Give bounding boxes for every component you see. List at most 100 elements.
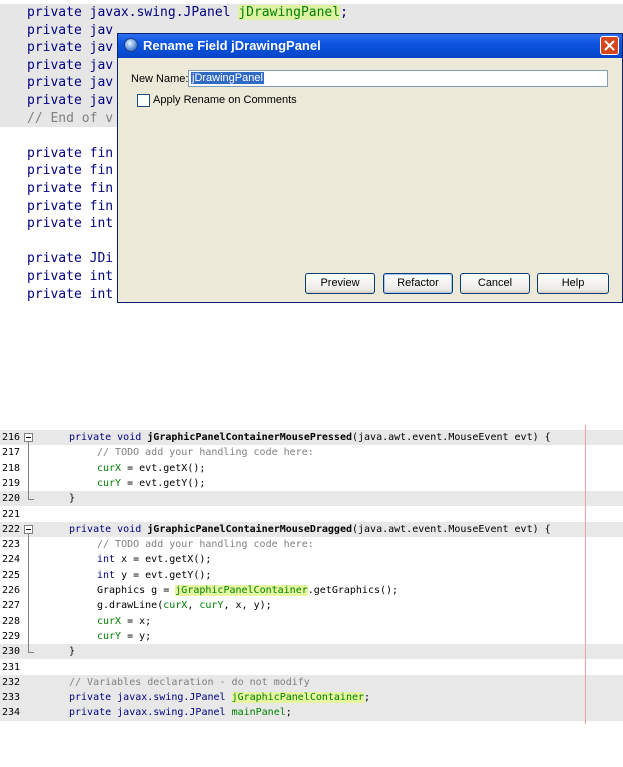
line-number: 231 — [2, 661, 21, 673]
code-text: private int — [27, 216, 114, 232]
rename-field-dialog: Rename Field jDrawingPanel New Name: jDr… — [117, 33, 623, 303]
line-number: 227 — [2, 600, 21, 612]
line-number: 217 — [2, 447, 21, 459]
code-text: private fin — [27, 145, 114, 161]
highlighted-field-ref: jGraphicPanelContainer — [175, 585, 308, 596]
code-line: 233 private javax.swing.JPanel jGraphicP… — [0, 690, 623, 706]
line-number: 224 — [2, 554, 21, 566]
code-line: 220 } — [0, 491, 623, 507]
code-line: 221 — [0, 507, 623, 522]
code-comment: // Variables declaration - do not modify — [69, 676, 310, 688]
code-text: // End of v — [27, 110, 114, 126]
fold-collapse-icon[interactable] — [24, 524, 33, 534]
code-keyword: private void — [69, 432, 148, 443]
code-keyword: int — [97, 569, 116, 581]
code-line: 227 g.drawLine(curX, curY, x, y); — [0, 598, 623, 613]
line-number: 225 — [2, 569, 21, 581]
code-text: y = evt.getY(); — [115, 569, 212, 581]
method-name: jGraphicPanelContainerMousePressed — [147, 432, 352, 443]
code-text: } — [69, 646, 76, 658]
code-text: private jav — [27, 93, 114, 108]
code-text: private fin — [27, 181, 114, 196]
close-button[interactable] — [600, 36, 619, 55]
help-button[interactable]: Help — [537, 273, 609, 294]
code-line: 228 curX = x; — [0, 614, 623, 629]
line-number: 218 — [2, 462, 21, 474]
field-ref: curX — [97, 615, 122, 627]
field-ref: mainPanel — [231, 707, 286, 719]
fold-guide — [28, 442, 29, 494]
new-name-label: New Name: — [131, 73, 189, 85]
code-line: 229 curY = y; — [0, 629, 623, 644]
code-text: Graphics g = — [97, 585, 176, 596]
code-line: 219 curY = evt.getY(); — [0, 476, 623, 491]
code-comment: // TODO add your handling code here: — [97, 539, 314, 551]
line-number: 230 — [2, 646, 21, 658]
preview-button[interactable]: Preview — [305, 273, 375, 294]
code-line: private javax.swing.JPanel jDrawingPanel… — [0, 4, 623, 22]
highlighted-field-ref: jGraphicPanelContainer — [231, 692, 365, 704]
field-ref: curY — [97, 630, 122, 642]
line-number: 226 — [2, 585, 21, 596]
field-ref: curX — [163, 600, 188, 612]
code-text: private int — [27, 286, 114, 302]
apply-rename-label[interactable]: Apply Rename on Comments — [153, 94, 297, 106]
code-text: x = evt.getX(); — [115, 554, 212, 566]
code-text: = x; — [121, 615, 152, 627]
line-number: 222 — [2, 523, 21, 535]
code-text: private jav — [27, 75, 114, 91]
code-line: 231 — [0, 660, 623, 675]
code-text: , x, y); — [223, 600, 272, 612]
code-text: } — [69, 493, 76, 505]
code-line: 218 curX = evt.getX(); — [0, 461, 623, 476]
dialog-titlebar[interactable]: Rename Field jDrawingPanel — [118, 34, 622, 58]
code-line: 232 // Variables declaration - do not mo… — [0, 674, 623, 691]
code-text: g.drawLine( — [97, 600, 164, 612]
bottom-code-editor[interactable]: 216 private void jGraphicPanelContainerM… — [0, 425, 623, 724]
dialog-title: Rename Field jDrawingPanel — [143, 38, 321, 53]
cancel-button[interactable]: Cancel — [460, 273, 530, 294]
field-ref: curY — [199, 600, 224, 612]
code-line: 223 // TODO add your handling code here: — [0, 537, 623, 552]
line-number: 228 — [2, 615, 21, 627]
apply-rename-checkbox[interactable] — [137, 94, 150, 107]
right-margin-line — [585, 425, 586, 724]
code-text: ; — [340, 5, 348, 20]
code-line: 230 } — [0, 644, 623, 660]
code-text: private javax.swing.JPanel — [27, 5, 239, 20]
code-line: 234 private javax.swing.JPanel mainPanel… — [0, 705, 623, 721]
line-number: 220 — [2, 493, 21, 505]
code-keyword: private void — [69, 523, 148, 535]
refactor-button[interactable]: Refactor — [383, 273, 453, 294]
code-text: = y; — [121, 630, 152, 642]
field-ref: curY — [97, 477, 122, 489]
code-comment: // TODO add your handling code here: — [97, 447, 314, 459]
code-text: private fin — [27, 163, 114, 179]
new-name-input[interactable]: jDrawingPanel — [188, 70, 608, 87]
code-line: 217 // TODO add your handling code here: — [0, 445, 623, 460]
code-text: private fin — [27, 198, 114, 214]
new-name-value: jDrawingPanel — [191, 72, 264, 84]
line-number: 233 — [2, 692, 21, 704]
code-text: (java.awt.event.MouseEvent evt) { — [351, 432, 551, 443]
close-icon — [604, 40, 615, 51]
line-number: 223 — [2, 539, 21, 551]
netbeans-icon — [124, 38, 138, 52]
line-number: 216 — [2, 432, 21, 443]
code-text: private jav — [27, 57, 114, 73]
code-text: = evt.getX(); — [121, 462, 206, 474]
code-line: 224 int x = evt.getX(); — [0, 552, 623, 567]
code-text: = evt.getY(); — [121, 477, 206, 489]
code-line: 222 private void jGraphicPanelContainerM… — [0, 521, 623, 538]
code-text: ; — [285, 707, 292, 719]
fold-collapse-icon[interactable] — [24, 433, 33, 442]
code-text: .getGraphics(); — [307, 585, 399, 596]
code-line: 225 int y = evt.getY(); — [0, 568, 623, 583]
line-number: 219 — [2, 477, 21, 489]
line-number: 234 — [2, 707, 21, 719]
code-text: private JDi — [27, 251, 114, 267]
code-line: 216 private void jGraphicPanelContainerM… — [0, 430, 623, 446]
code-keyword: int — [97, 554, 116, 566]
highlighted-field-ref: jDrawingPanel — [238, 5, 341, 20]
code-keyword: private javax.swing.JPanel — [69, 707, 232, 719]
